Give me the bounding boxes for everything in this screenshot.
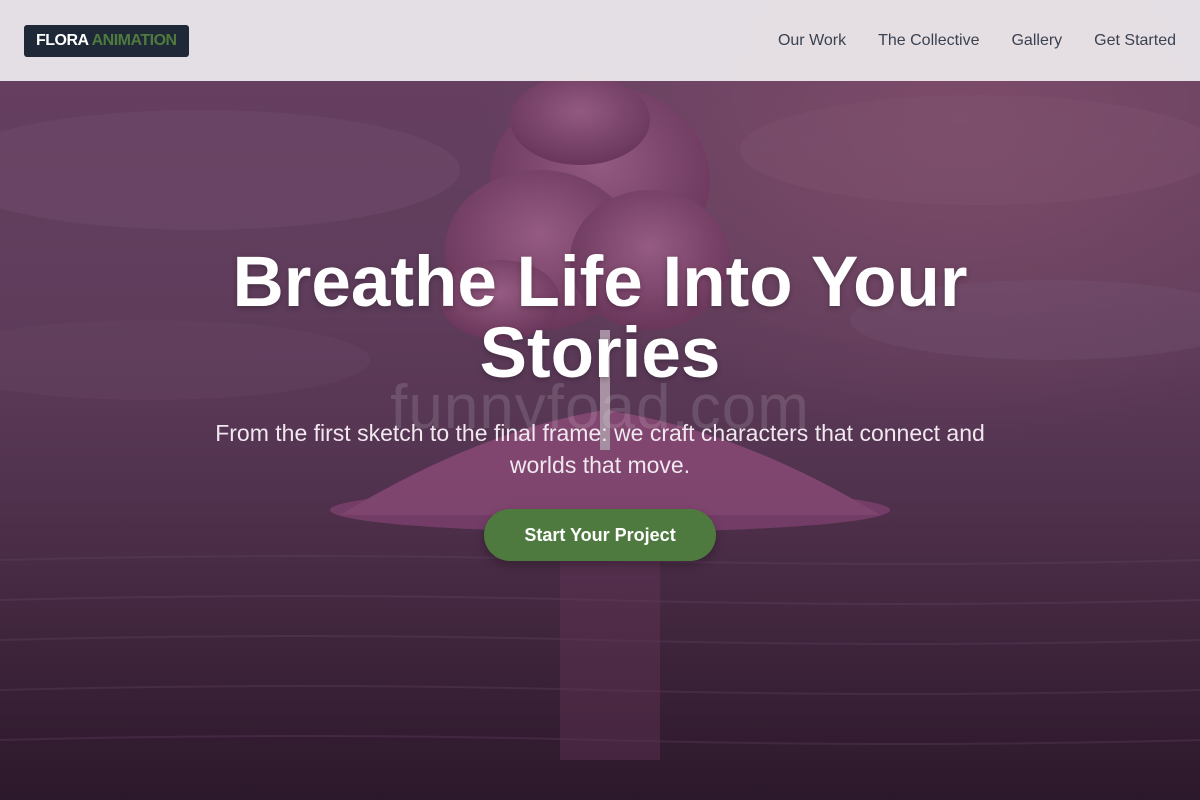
nav-link-get-started[interactable]: Get Started [1094, 32, 1176, 50]
nav-link-our-work[interactable]: Our Work [778, 32, 846, 50]
logo-part-flora: FLORA [36, 31, 89, 49]
nav-link-gallery[interactable]: Gallery [1011, 32, 1062, 50]
hero-section: Breathe Life Into Your Stories From the … [0, 81, 1200, 800]
hero-title: Breathe Life Into Your Stories [232, 243, 968, 393]
hero-subtitle: From the first sketch to the final frame… [215, 420, 985, 478]
nav-link-the-collective[interactable]: The Collective [878, 32, 979, 50]
start-project-button[interactable]: Start Your Project [484, 509, 716, 561]
logo-part-animation: ANIMATION [91, 31, 177, 49]
site-header: FLORA ANIMATION Our Work The Collective … [0, 0, 1200, 81]
page: funnyfoad.com FLORA ANIMATION Our Work T… [0, 0, 1200, 800]
main-nav: Our Work The Collective Gallery Get Star… [778, 32, 1176, 50]
logo[interactable]: FLORA ANIMATION [24, 24, 189, 57]
